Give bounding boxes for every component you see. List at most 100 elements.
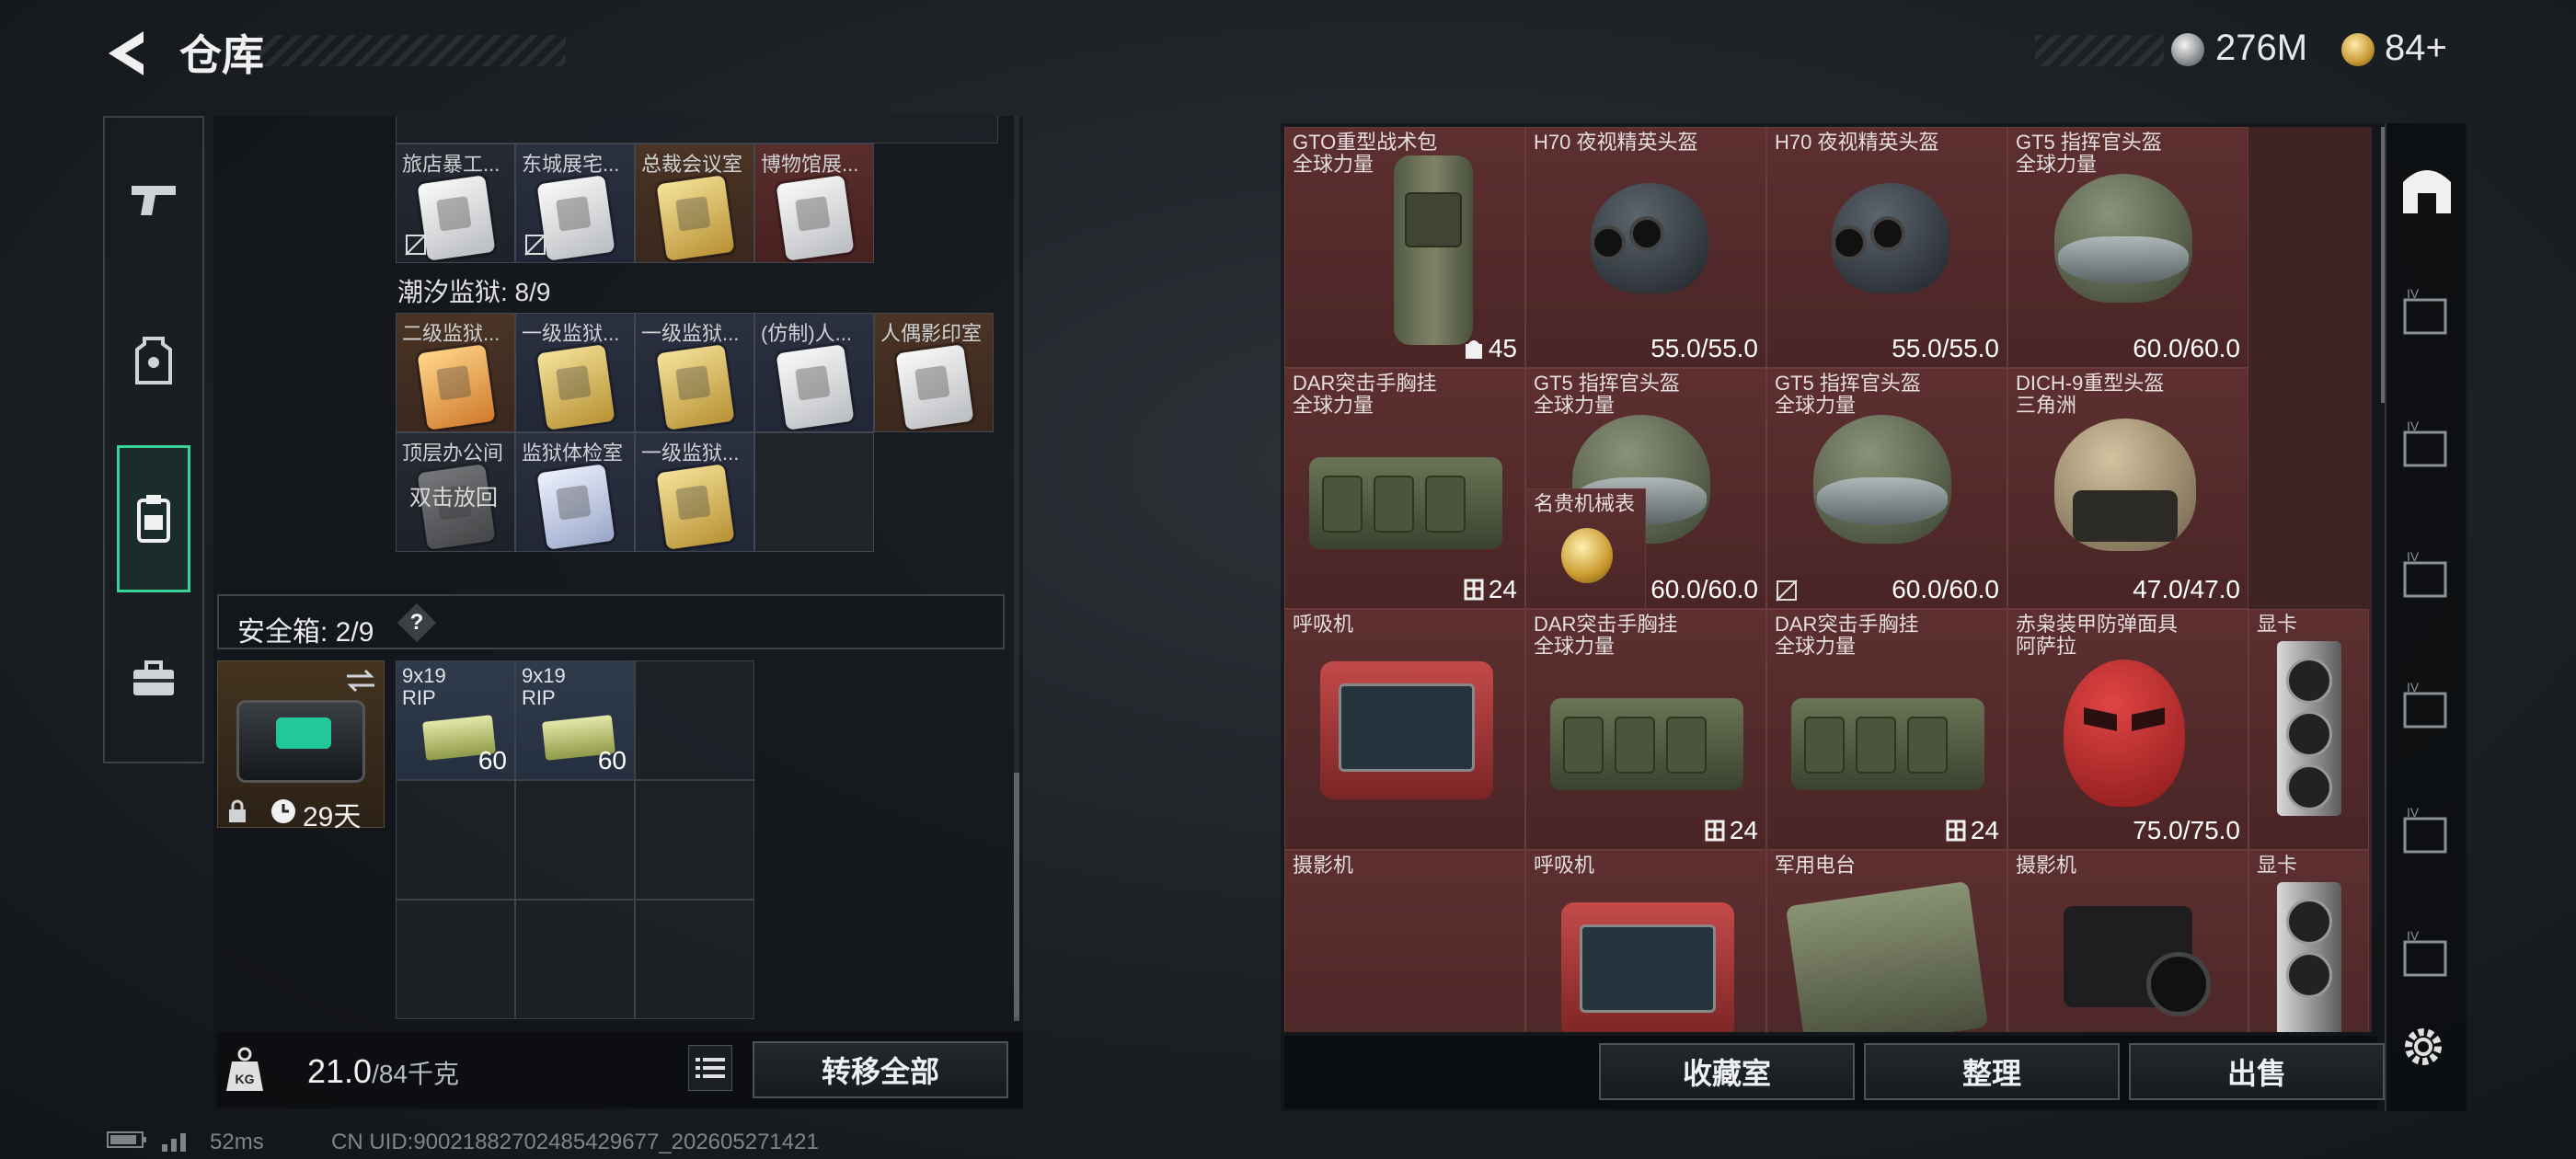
item-luxury-watch[interactable]: 名贵机械表 (1525, 488, 1646, 609)
keycard-slot[interactable]: 人偶影印室 (874, 313, 994, 432)
empty-slot[interactable] (396, 780, 515, 900)
keycard-icon (776, 175, 855, 261)
collection-room-button[interactable]: 收藏室 (1599, 1043, 1855, 1100)
item-gt5-helmet[interactable]: GT5 指挥官头盔 全球力量 60.0/60.0 (2007, 127, 2248, 368)
ammo-slot[interactable]: 9x19 RIP 60 (515, 660, 635, 780)
list-view-button[interactable] (688, 1045, 732, 1091)
collection-scroll-thumb[interactable] (1014, 773, 1019, 1021)
empty-slot[interactable] (635, 900, 754, 1019)
help-icon[interactable]: ? (397, 602, 437, 643)
keycard-slot[interactable]: 旅店暴工... (396, 143, 515, 263)
svg-text:IV: IV (2407, 806, 2420, 820)
item-dar-chest-rig[interactable]: DAR突击手胸挂 全球力量 24 (1284, 368, 1525, 609)
partial-row (396, 116, 998, 143)
keycard-icon (536, 344, 615, 430)
empty-slot[interactable] (515, 780, 635, 900)
mask-image (2064, 660, 2185, 807)
double-click-hint: 双击放回 (409, 486, 498, 511)
gold-currency-value[interactable]: 84+ (2385, 28, 2447, 69)
svg-text:IV: IV (2407, 929, 2420, 943)
battery-icon (107, 1130, 147, 1156)
safe-box-label: 安全箱: 2/9 (237, 617, 374, 648)
currency-decoration (2035, 35, 2164, 66)
item-dich9-helmet[interactable]: DICH-9重型头盔 三角洲 47.0/47.0 (2007, 368, 2248, 609)
sell-button[interactable]: 出售 (2129, 1043, 2385, 1100)
swap-icon[interactable] (343, 667, 378, 694)
item-camera[interactable]: 摄影机 (2007, 850, 2248, 1032)
keycard-slot[interactable]: 博物馆展... (754, 143, 874, 263)
title-decoration (258, 35, 566, 66)
safe-box-header: 安全箱: 2/9 ? (217, 594, 1005, 649)
clock-icon (271, 799, 295, 823)
keycard-slot[interactable]: 顶层办公间 双击放回 (396, 432, 515, 552)
silver-coin-icon (2171, 33, 2204, 66)
warehouse-page-icon[interactable]: IV (2399, 286, 2455, 342)
keycard-icon (776, 344, 855, 430)
item-gto-backpack[interactable]: GTO重型战术包 全球力量 45 (1284, 127, 1525, 368)
weight-value: 21.0/84千克 (307, 1052, 460, 1090)
unbound-icon (405, 234, 427, 256)
settings-gear-icon[interactable] (2399, 1023, 2455, 1078)
empty-slot[interactable] (635, 780, 754, 900)
keycard-slot[interactable]: 监狱体检室 (515, 432, 635, 552)
uid-text: CN UID:90021882702485429677_202605271421 (331, 1130, 819, 1154)
empty-slot[interactable] (396, 900, 515, 1019)
item-dar-chest-rig[interactable]: DAR突击手胸挂 全球力量 24 (1525, 609, 1766, 850)
warehouse-page-icon[interactable]: IV (2399, 419, 2455, 475)
silver-currency-value[interactable]: 276M (2215, 28, 2307, 69)
keycard-icon (656, 175, 735, 261)
capacity-icon (1705, 820, 1725, 842)
keycard-slot[interactable]: (仿制)人... (754, 313, 874, 432)
item-gt5-helmet[interactable]: GT5 指挥官头盔 全球力量 60.0/60.0 (1766, 368, 2007, 609)
backpack-image (1394, 155, 1473, 345)
warehouse-page-icon[interactable]: IV (2399, 549, 2455, 605)
keycard-slot[interactable]: 总裁会议室 (635, 143, 754, 263)
capacity-icon (1946, 820, 1966, 842)
svg-text:IV: IV (2407, 681, 2420, 694)
keycard-slot[interactable]: 东城展宅... (515, 143, 635, 263)
svg-text:IV: IV (2407, 287, 2420, 301)
keycard-icon (417, 344, 496, 430)
warehouse-page-icon[interactable]: IV (2399, 680, 2455, 736)
safe-box-container[interactable]: 29天 (217, 660, 385, 832)
empty-slot[interactable] (754, 432, 874, 552)
toolbox-tab-icon[interactable] (117, 642, 190, 716)
warehouse-page-icon[interactable]: IV (2399, 928, 2455, 984)
capacity-icon (1464, 579, 1484, 601)
svg-text:IV: IV (2407, 419, 2420, 433)
keycard-slot[interactable]: 二级监狱... (396, 313, 515, 432)
keycard-slot[interactable]: 一级监狱... (515, 313, 635, 432)
keycard-slot[interactable]: 一级监狱... (635, 432, 754, 552)
keycard-slot[interactable]: 一级监狱... (635, 313, 754, 432)
collection-tab-icon[interactable] (117, 445, 190, 592)
item-h70-helmet[interactable]: H70 夜视精英头盔 55.0/55.0 (1766, 127, 2007, 368)
signal-icon (162, 1130, 199, 1158)
unbound-icon (524, 234, 546, 256)
list-icon (696, 1058, 725, 1078)
item-camera[interactable]: 摄影机 (1284, 850, 1525, 1032)
ping-value: 52ms (210, 1130, 264, 1154)
weapons-tab-icon[interactable] (117, 164, 190, 237)
empty-slot[interactable] (515, 900, 635, 1019)
item-dar-chest-rig[interactable]: DAR突击手胸挂 全球力量 24 (1766, 609, 2007, 850)
armor-tab-icon[interactable] (117, 324, 190, 397)
item-red-mask[interactable]: 赤枭装甲防弹面具 阿萨拉 75.0/75.0 (2007, 609, 2248, 850)
item-respirator[interactable]: 呼吸机 (1525, 850, 1766, 1032)
lock-icon (229, 799, 246, 822)
warehouse-page-icon[interactable]: IV (2399, 805, 2455, 861)
transfer-all-button[interactable]: 转移全部 (753, 1041, 1008, 1098)
safe-days-remaining: 29天 (303, 802, 362, 832)
item-gpu[interactable]: 显卡 (2248, 609, 2369, 850)
item-gpu[interactable]: 显卡 (2248, 850, 2369, 1032)
back-arrow-icon[interactable] (103, 28, 149, 79)
item-h70-helmet[interactable]: H70 夜视精英头盔 55.0/55.0 (1525, 127, 1766, 368)
keycard-icon (656, 464, 735, 550)
item-military-radio[interactable]: 军用电台 (1766, 850, 2007, 1032)
warehouse-main-tab-icon[interactable] (2399, 162, 2455, 217)
ammo-slot[interactable]: 9x19 RIP 60 (396, 660, 515, 780)
organize-button[interactable]: 整理 (1864, 1043, 2120, 1100)
empty-slot[interactable] (635, 660, 754, 780)
keycard-icon (536, 175, 615, 261)
item-respirator[interactable]: 呼吸机 (1284, 609, 1525, 850)
svg-text:IV: IV (2407, 550, 2420, 564)
